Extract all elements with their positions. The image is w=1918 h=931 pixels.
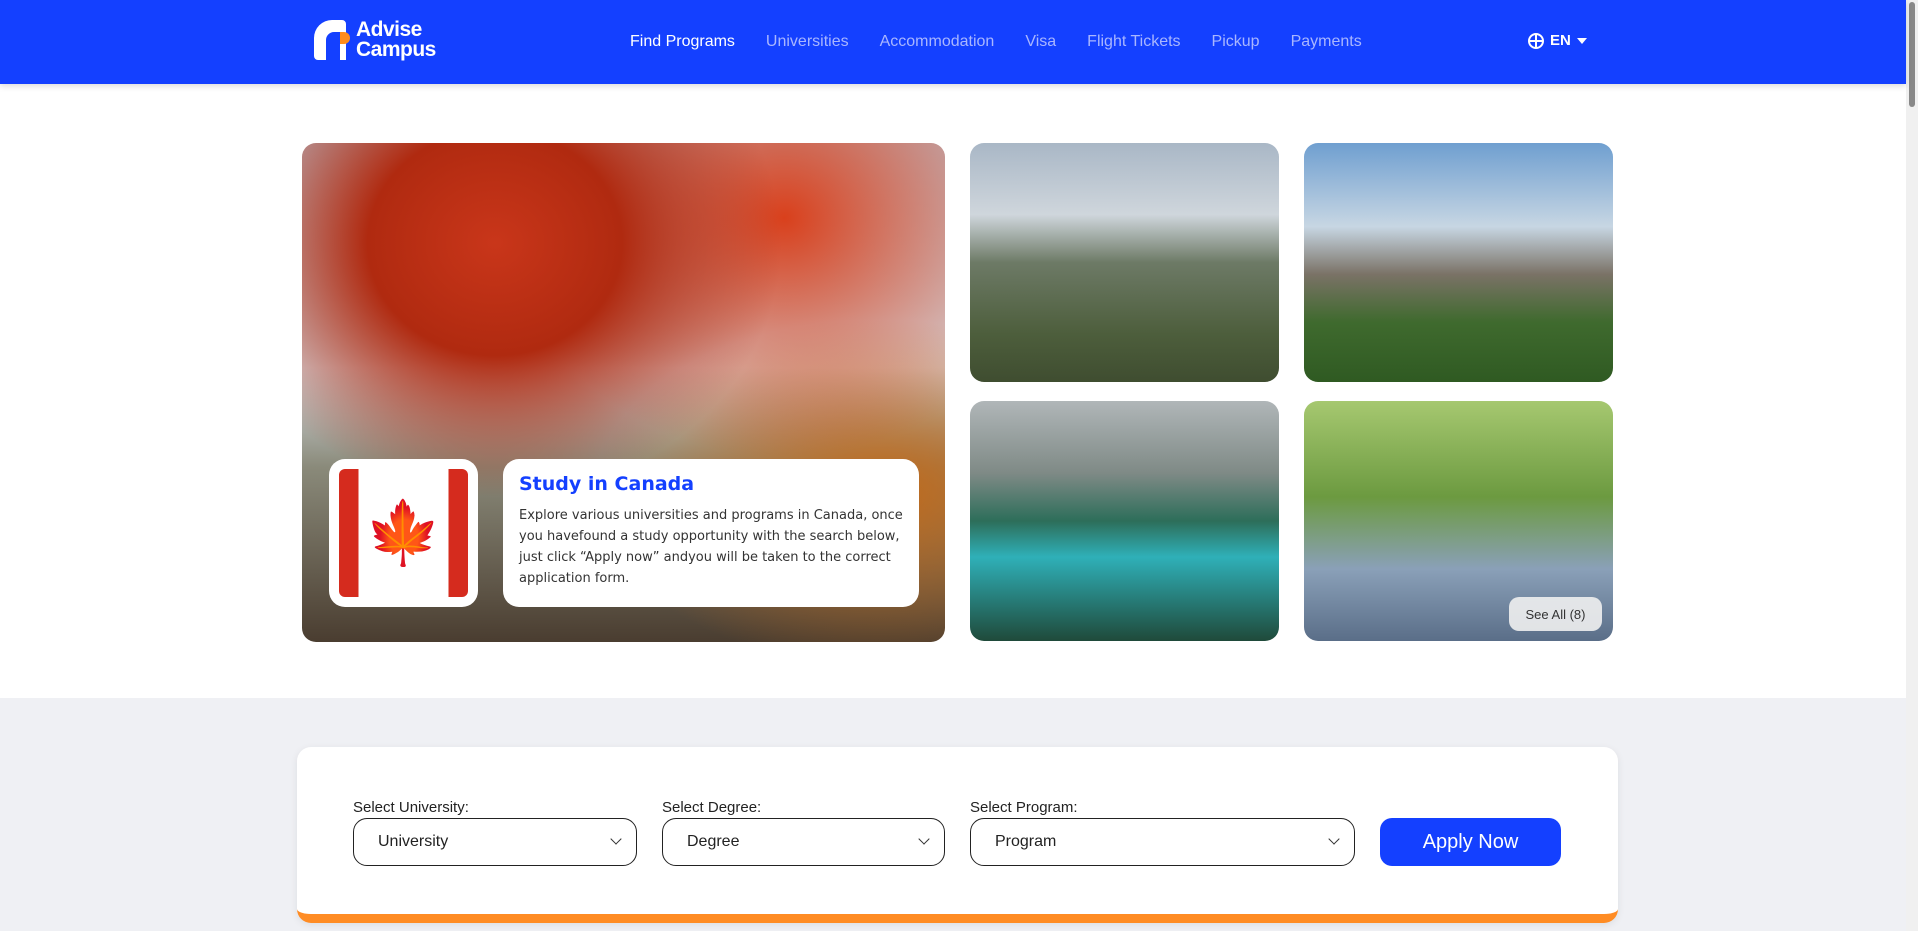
hero-info-box: Study in Canada Explore various universi…: [503, 459, 919, 607]
degree-label: Select Degree:: [662, 799, 762, 816]
gallery-image-1[interactable]: [970, 143, 1279, 382]
program-label: Select Program:: [970, 799, 1078, 816]
nav-find-programs[interactable]: Find Programs: [630, 33, 735, 51]
program-select[interactable]: Program: [970, 818, 1355, 866]
nav-flight-tickets[interactable]: Flight Tickets: [1087, 33, 1180, 51]
logo-line1: Advise: [356, 18, 422, 41]
language-label: EN: [1550, 32, 1571, 49]
gallery-image-2[interactable]: [1304, 143, 1613, 382]
logo-icon: [314, 20, 350, 60]
degree-select[interactable]: Degree: [662, 818, 945, 866]
chevron-down-icon: [918, 833, 930, 845]
university-label: Select University:: [353, 799, 469, 816]
top-navbar: Advise Campus Find Programs Universities …: [0, 0, 1906, 84]
gallery-image-3[interactable]: [970, 401, 1279, 641]
canada-flag-icon: 🍁: [339, 469, 468, 597]
maple-leaf-icon: 🍁: [364, 498, 443, 568]
nav-pickup[interactable]: Pickup: [1212, 33, 1260, 51]
globe-icon: [1528, 32, 1544, 49]
language-selector[interactable]: EN: [1528, 32, 1587, 49]
nav-payments[interactable]: Payments: [1291, 33, 1362, 51]
program-search-card: Select University: Select Degree: Select…: [297, 747, 1618, 923]
scrollbar-thumb[interactable]: [1909, 2, 1915, 107]
scrollbar[interactable]: [1906, 0, 1918, 931]
caret-down-icon: [1576, 37, 1587, 44]
nav-visa[interactable]: Visa: [1025, 33, 1056, 51]
main-nav: Find Programs Universities Accommodation…: [630, 0, 1393, 84]
chevron-down-icon: [1328, 833, 1340, 845]
hero-description: Explore various universities and program…: [519, 508, 903, 586]
apply-now-button[interactable]: Apply Now: [1380, 818, 1561, 866]
university-select[interactable]: University: [353, 818, 637, 866]
chevron-down-icon: [610, 833, 622, 845]
program-value: Program: [995, 833, 1057, 850]
canada-flag-badge: 🍁: [329, 459, 478, 607]
logo[interactable]: Advise Campus: [314, 18, 436, 61]
logo-line2: Campus: [356, 38, 436, 61]
hero-section: [0, 84, 1906, 698]
university-value: University: [378, 833, 449, 850]
degree-value: Degree: [687, 833, 740, 850]
hero-title: Study in Canada: [519, 473, 695, 495]
nav-universities[interactable]: Universities: [766, 33, 849, 51]
see-all-button[interactable]: See All (8): [1509, 597, 1602, 631]
nav-accommodation[interactable]: Accommodation: [880, 33, 995, 51]
